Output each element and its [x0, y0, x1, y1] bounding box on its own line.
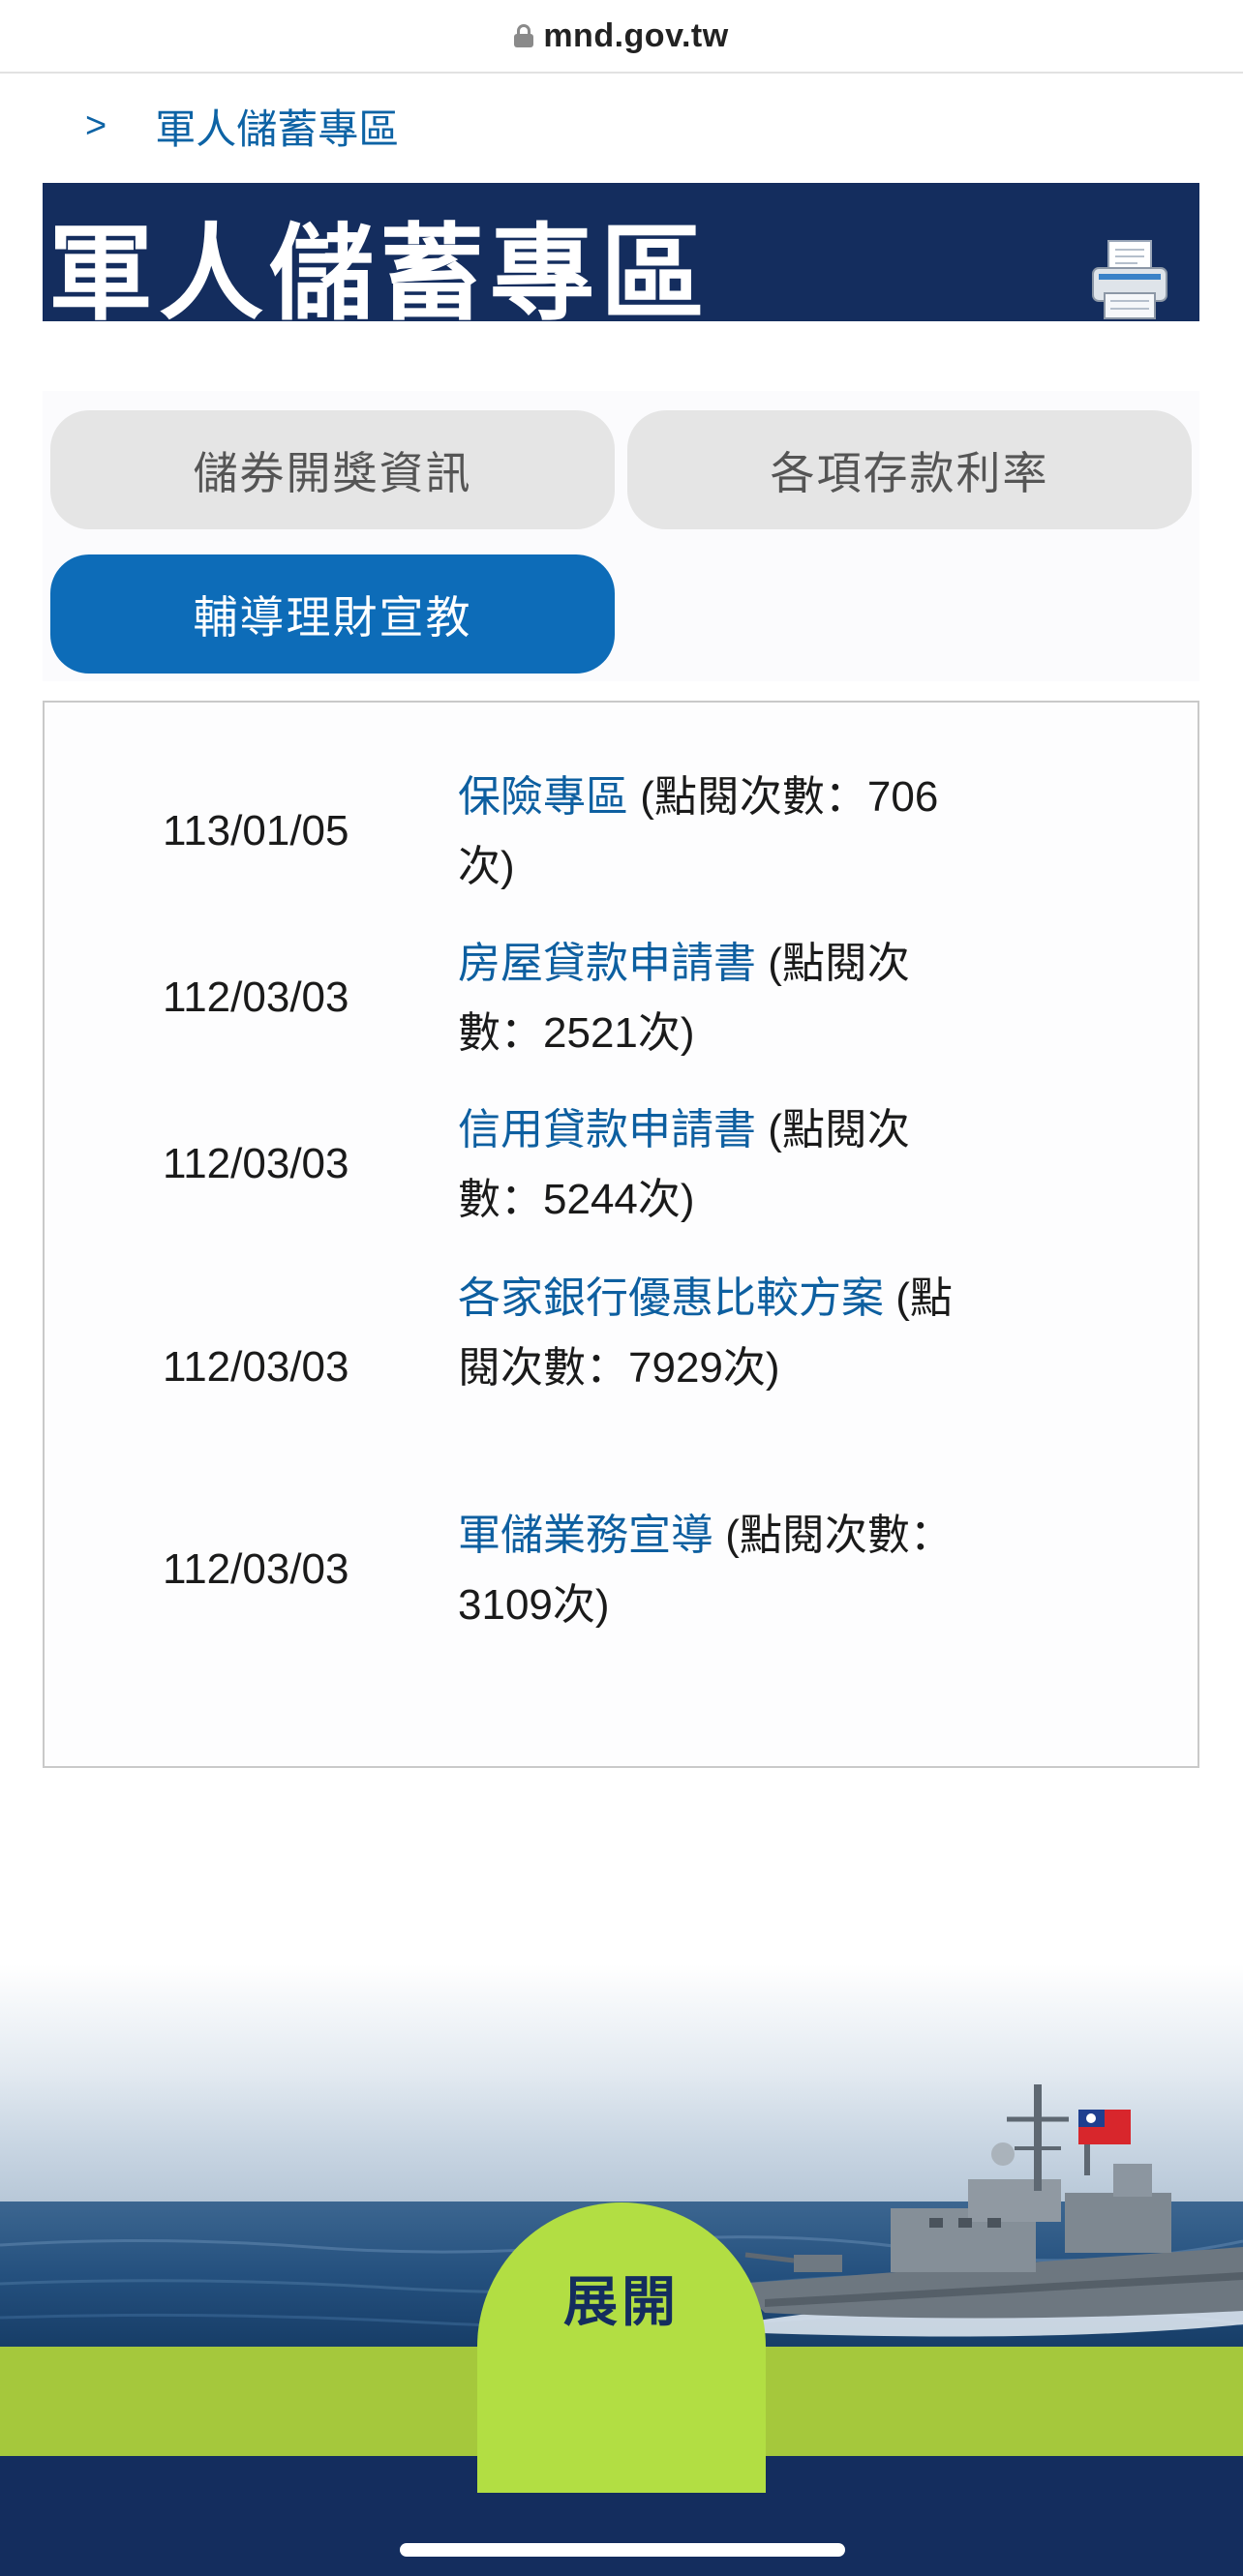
views-count: 2521	[543, 1009, 638, 1057]
expand-button[interactable]: 展開	[477, 2202, 766, 2493]
url-text: mnd.gov.tw	[543, 16, 729, 54]
home-indicator[interactable]	[400, 2543, 845, 2557]
views-suffix: 次)	[458, 843, 515, 890]
item-date: 112/03/03	[163, 1140, 349, 1187]
document-list: 113/01/05 保險專區 (點閱次數：706次) 112/03/03 房屋貸…	[43, 701, 1199, 1768]
item-entry: 軍儲業務宣導 (點閱次數： 3109次)	[458, 1501, 961, 1640]
printer-icon[interactable]	[1089, 237, 1170, 320]
flag-icon	[1078, 2110, 1131, 2144]
views-count: 706	[866, 773, 939, 821]
views-suffix: 次)	[637, 1009, 695, 1057]
item-date: 112/03/03	[163, 973, 349, 1021]
tab-financial-education[interactable]: 輔導理財宣教	[50, 554, 615, 674]
item-entry: 保險專區 (點閱次數：706 次)	[458, 763, 961, 902]
views-suffix: 次)	[722, 1344, 780, 1392]
views-prefix: (點閱次數：	[628, 773, 867, 821]
item-link[interactable]: 保險專區	[458, 773, 628, 821]
views-count: 7929	[628, 1344, 723, 1392]
views-count: 5244	[543, 1176, 638, 1223]
item-entry: 信用貸款申請書 (點閱次數：5244次)	[458, 1095, 961, 1235]
views-suffix: 次)	[552, 1581, 610, 1629]
item-entry: 房屋貸款申請書 (點閱次數：2521次)	[458, 929, 961, 1068]
item-link[interactable]: 軍儲業務宣導	[458, 1512, 713, 1559]
item-link[interactable]: 信用貸款申請書	[458, 1106, 756, 1153]
browser-url-bar[interactable]: mnd.gov.tw	[0, 0, 1243, 74]
breadcrumb-current-link[interactable]: 軍人儲蓄專區	[155, 97, 399, 156]
tab-lottery-info[interactable]: 儲券開獎資訊	[50, 410, 615, 529]
page-title-banner: 軍人儲蓄專區	[43, 183, 1199, 321]
item-date: 112/03/03	[163, 1545, 349, 1593]
item-date: 112/03/03	[163, 1343, 349, 1391]
tab-deposit-rates[interactable]: 各項存款利率	[627, 410, 1192, 529]
views-suffix: 次)	[637, 1176, 695, 1223]
breadcrumb-separator: >	[85, 105, 107, 146]
page-title: 軍人儲蓄專區	[48, 215, 712, 322]
views-count: 3109	[458, 1581, 553, 1629]
views-prefix: (點閱次數：	[713, 1512, 953, 1559]
item-entry: 各家銀行優惠比較方案 (點閱次數：7929次)	[458, 1264, 961, 1403]
tab-group: 儲券開獎資訊 各項存款利率 輔導理財宣教	[43, 391, 1199, 681]
lock-icon	[514, 24, 534, 47]
breadcrumb: > 軍人儲蓄專區	[85, 97, 399, 156]
item-link[interactable]: 房屋貸款申請書	[458, 940, 756, 987]
expand-label: 展開	[563, 2271, 680, 2332]
item-date: 113/01/05	[163, 807, 349, 854]
item-link[interactable]: 各家銀行優惠比較方案	[458, 1274, 884, 1322]
